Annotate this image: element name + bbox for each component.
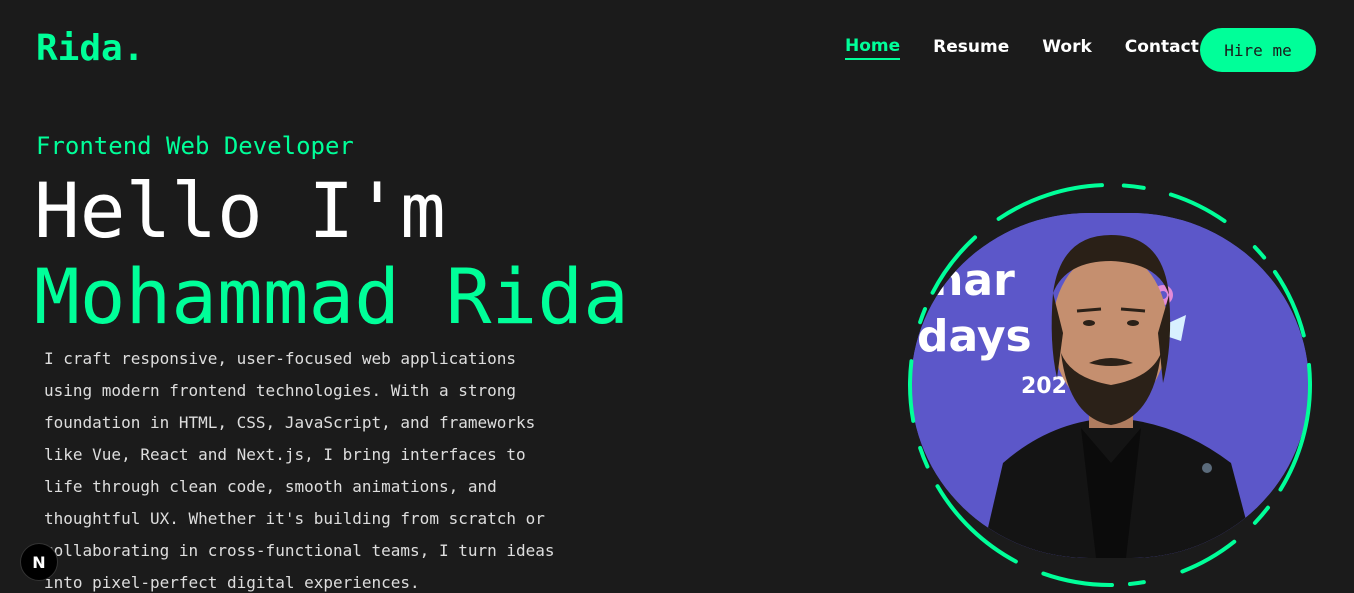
main-nav: Home Resume Work Contact (845, 36, 1232, 60)
hero-name: Mohammad Rida (34, 252, 629, 341)
logo[interactable]: Rida. (36, 28, 144, 69)
profile-photo-wrap: inar days 202 (900, 180, 1320, 593)
hire-me-button[interactable]: Hire me (1200, 28, 1316, 72)
role-subtitle: Frontend Web Developer (36, 132, 354, 160)
hero-heading: Hello I'm Mohammad Rida (34, 168, 629, 340)
nextjs-icon: N (32, 552, 46, 572)
bio-paragraph: I craft responsive, user-focused web app… (44, 349, 555, 592)
nav-work[interactable]: Work (1042, 37, 1092, 59)
page: Rida. Home Resume Work Contact Hire me F… (0, 0, 1354, 593)
greeting-text: Hello I'm (34, 166, 446, 255)
logo-text: Rida (36, 28, 123, 69)
nav-contact[interactable]: Contact (1125, 37, 1199, 59)
nav-resume[interactable]: Resume (933, 37, 1009, 59)
dashed-ring (908, 183, 1312, 587)
nav-home[interactable]: Home (845, 36, 901, 60)
nextjs-badge[interactable]: N (20, 543, 58, 581)
logo-dot: . (122, 28, 145, 69)
